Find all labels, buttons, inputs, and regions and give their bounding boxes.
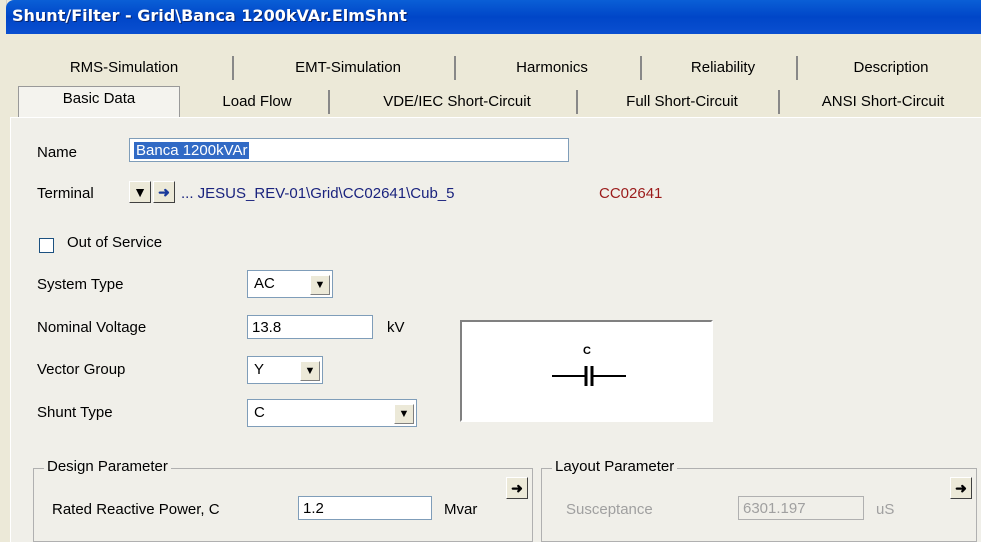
capacitor-icon bbox=[552, 366, 626, 386]
arrow-down-icon: ▼ bbox=[133, 184, 147, 200]
tab-load-flow[interactable]: Load Flow bbox=[186, 90, 330, 114]
name-input[interactable]: Banca 1200kVAr bbox=[129, 138, 569, 162]
tab-basic-data[interactable]: Basic Data bbox=[18, 86, 180, 117]
shunt-type-label: Shunt Type bbox=[37, 404, 113, 421]
system-type-label: System Type bbox=[37, 276, 124, 293]
terminal-node: CC02641 bbox=[599, 185, 663, 202]
nominal-voltage-input[interactable]: 13.8 bbox=[247, 315, 373, 339]
vector-group-select[interactable]: Y ▼ bbox=[247, 356, 323, 384]
tab-label: Load Flow bbox=[222, 93, 292, 110]
tab-description[interactable]: Description bbox=[806, 56, 976, 80]
chevron-down-icon[interactable]: ▼ bbox=[300, 361, 320, 381]
name-value: Banca 1200kVAr bbox=[134, 142, 250, 159]
terminal-select-button[interactable]: ▼ bbox=[129, 181, 151, 203]
arrow-right-icon: ➜ bbox=[158, 184, 170, 200]
title-bar: Shunt/Filter - Grid\Banca 1200kVAr.ElmSh… bbox=[6, 0, 981, 34]
rated-reactive-power-unit: Mvar bbox=[444, 501, 478, 518]
arrow-right-icon: ➜ bbox=[511, 480, 523, 496]
tab-label: EMT-Simulation bbox=[295, 59, 401, 76]
vector-group-value: Y bbox=[254, 361, 265, 378]
tab-vde-iec-short-circuit[interactable]: VDE/IEC Short-Circuit bbox=[338, 90, 578, 114]
rated-reactive-power-label: Rated Reactive Power, C bbox=[52, 501, 220, 518]
layout-parameter-jump-button[interactable]: ➜ bbox=[950, 477, 972, 499]
tab-label: Description bbox=[853, 59, 929, 76]
name-label: Name bbox=[37, 144, 78, 161]
tab-rms-simulation[interactable]: RMS-Simulation bbox=[16, 56, 234, 80]
vector-group-label: Vector Group bbox=[37, 361, 126, 378]
out-of-service-label: Out of Service bbox=[67, 234, 163, 251]
arrow-right-icon: ➜ bbox=[955, 480, 967, 496]
terminal-label: Terminal bbox=[37, 185, 94, 202]
susceptance-input: 6301.197 bbox=[738, 496, 864, 520]
shunt-type-value: C bbox=[254, 404, 265, 421]
susceptance-label: Susceptance bbox=[566, 501, 653, 518]
out-of-service-checkbox[interactable] bbox=[39, 238, 54, 253]
design-parameter-group: Design Parameter ➜ Rated Reactive Power,… bbox=[33, 458, 533, 542]
rated-reactive-power-input[interactable]: 1.2 bbox=[298, 496, 432, 520]
tab-harmonics[interactable]: Harmonics bbox=[464, 56, 642, 80]
tab-label: RMS-Simulation bbox=[69, 59, 179, 76]
system-type-select[interactable]: AC ▼ bbox=[247, 270, 333, 298]
susceptance-value: 6301.197 bbox=[743, 500, 806, 517]
terminal-jump-button[interactable]: ➜ bbox=[153, 181, 175, 203]
tab-label: Reliability bbox=[690, 59, 756, 76]
layout-parameter-title: Layout Parameter bbox=[552, 458, 678, 475]
tab-label: VDE/IEC Short-Circuit bbox=[383, 93, 531, 110]
terminal-path[interactable]: ... JESUS_REV-01\Grid\CC02641\Cub_5 bbox=[181, 185, 454, 202]
tab-ansi-short-circuit[interactable]: ANSI Short-Circuit bbox=[788, 90, 978, 114]
window-title: Shunt/Filter - Grid\Banca 1200kVAr.ElmSh… bbox=[12, 6, 407, 25]
nominal-voltage-label: Nominal Voltage bbox=[37, 319, 147, 336]
nominal-voltage-unit: kV bbox=[387, 319, 405, 336]
tab-reliability[interactable]: Reliability bbox=[650, 56, 798, 80]
tab-label: Basic Data bbox=[62, 90, 136, 107]
tab-emt-simulation[interactable]: EMT-Simulation bbox=[242, 56, 456, 80]
susceptance-unit: uS bbox=[876, 501, 895, 518]
design-parameter-jump-button[interactable]: ➜ bbox=[506, 477, 528, 499]
capacitor-symbol-preview: C bbox=[460, 320, 713, 422]
tab-label: Full Short-Circuit bbox=[626, 93, 738, 110]
chevron-down-icon[interactable]: ▼ bbox=[394, 404, 414, 424]
tab-label: ANSI Short-Circuit bbox=[821, 93, 945, 110]
rated-reactive-power-value: 1.2 bbox=[303, 500, 324, 517]
tab-full-short-circuit[interactable]: Full Short-Circuit bbox=[586, 90, 780, 114]
chevron-down-icon[interactable]: ▼ bbox=[310, 275, 330, 295]
system-type-value: AC bbox=[254, 275, 275, 292]
shunt-type-select[interactable]: C ▼ bbox=[247, 399, 417, 427]
tab-label: Harmonics bbox=[516, 59, 588, 76]
design-parameter-title: Design Parameter bbox=[44, 458, 171, 475]
layout-parameter-group: Layout Parameter ➜ Susceptance 6301.197 … bbox=[541, 458, 977, 542]
nominal-voltage-value: 13.8 bbox=[252, 319, 282, 336]
capacitor-symbol-label: C bbox=[583, 345, 591, 357]
